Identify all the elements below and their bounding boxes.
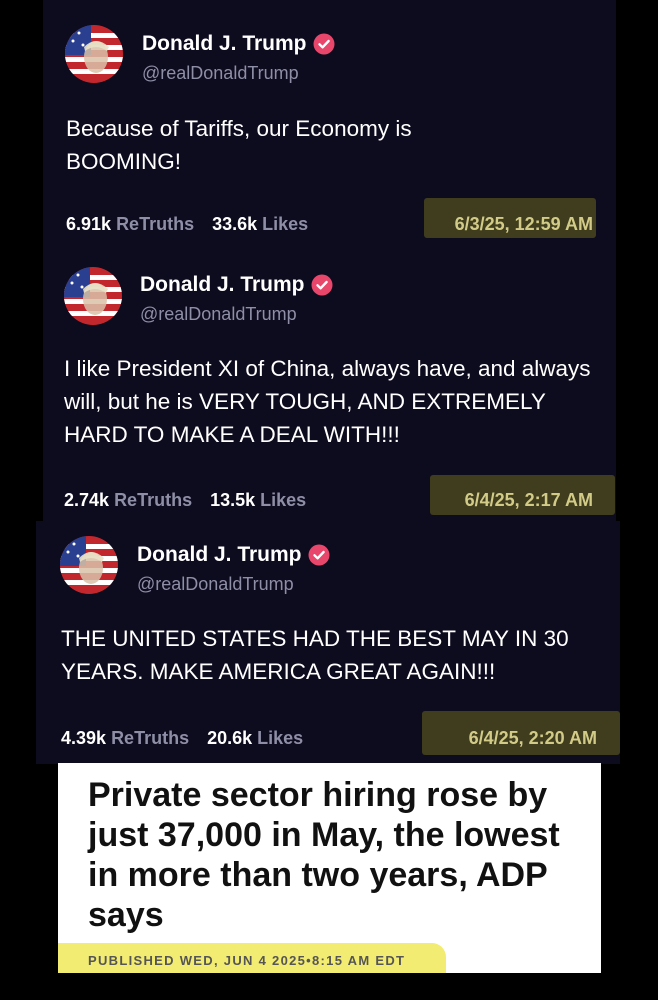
author-name[interactable]: Donald J. Trump — [142, 32, 335, 56]
post-2[interactable]: Donald J. Trump @realDonaldTrump I like … — [43, 247, 616, 521]
post-text: Because of Tariffs, our Economy is BOOMI… — [66, 116, 412, 174]
likes-count[interactable]: 33.6k Likes — [212, 214, 308, 234]
post-3[interactable]: Donald J. Trump @realDonaldTrump THE UNI… — [36, 521, 620, 764]
author-name[interactable]: Donald J. Trump — [137, 543, 330, 567]
author-handle[interactable]: @realDonaldTrump — [142, 63, 299, 84]
author-name-text[interactable]: Donald J. Trump — [137, 543, 302, 567]
post-stats: 6.91k ReTruths 33.6k Likes — [66, 214, 308, 235]
article-published-date: PUBLISHED WED, JUN 4 2025•8:15 AM EDT — [88, 953, 406, 968]
retruths-count[interactable]: 4.39k ReTruths — [61, 728, 189, 748]
post-1[interactable]: Donald J. Trump @realDonaldTrump Because… — [43, 0, 616, 247]
author-handle[interactable]: @realDonaldTrump — [137, 574, 294, 595]
post-stats: 2.74k ReTruths 13.5k Likes — [64, 490, 306, 511]
post-text: I like President XI of China, always hav… — [64, 356, 591, 447]
avatar[interactable] — [65, 25, 123, 83]
verified-badge-icon — [313, 33, 335, 55]
article-headline[interactable]: Private sector hiring rose by just 37,00… — [88, 775, 588, 935]
verified-badge-icon — [311, 274, 333, 296]
avatar[interactable] — [64, 267, 122, 325]
retruths-count[interactable]: 6.91k ReTruths — [66, 214, 194, 234]
author-handle[interactable]: @realDonaldTrump — [140, 304, 297, 325]
avatar[interactable] — [60, 536, 118, 594]
post-timestamp[interactable]: 6/3/25, 12:59 AM — [424, 214, 593, 235]
post-timestamp[interactable]: 6/4/25, 2:17 AM — [423, 490, 593, 511]
post-stats: 4.39k ReTruths 20.6k Likes — [61, 728, 303, 749]
verified-badge-icon — [308, 544, 330, 566]
likes-count[interactable]: 20.6k Likes — [207, 728, 303, 748]
post-text: THE UNITED STATES HAD THE BEST MAY IN 30… — [61, 626, 569, 684]
likes-count[interactable]: 13.5k Likes — [210, 490, 306, 510]
author-name-text[interactable]: Donald J. Trump — [142, 32, 307, 56]
author-name[interactable]: Donald J. Trump — [140, 273, 333, 297]
news-article[interactable]: Private sector hiring rose by just 37,00… — [58, 763, 601, 973]
post-timestamp[interactable]: 6/4/25, 2:20 AM — [427, 728, 597, 749]
author-name-text[interactable]: Donald J. Trump — [140, 273, 305, 297]
retruths-count[interactable]: 2.74k ReTruths — [64, 490, 192, 510]
